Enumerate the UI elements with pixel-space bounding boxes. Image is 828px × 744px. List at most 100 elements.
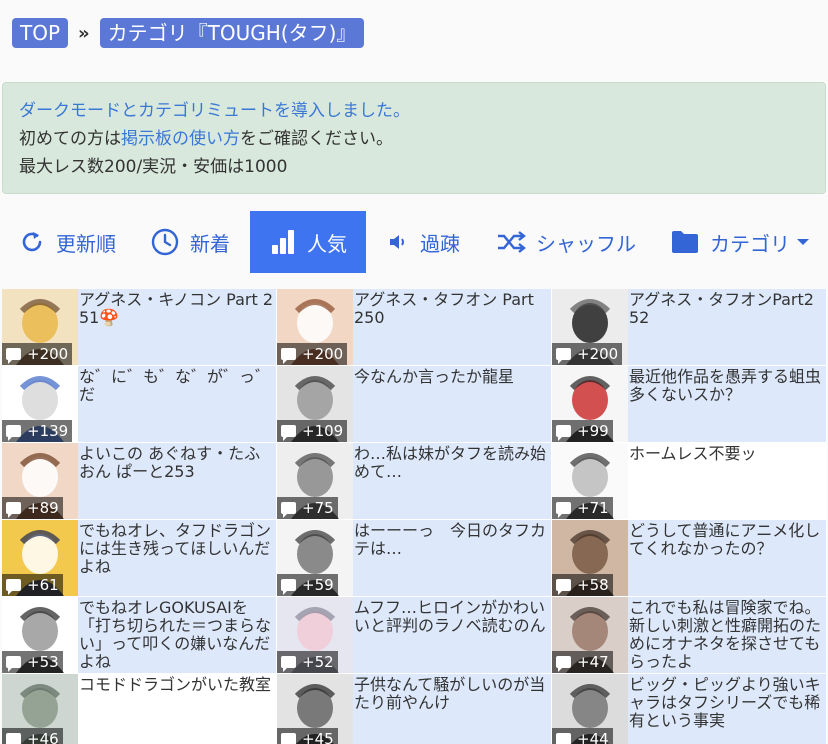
bar-chart-icon [272, 230, 294, 254]
tab-label: 更新順 [56, 231, 116, 256]
tab-sparse[interactable]: 過疎 [386, 211, 460, 273]
thread-item[interactable]: +71 ホームレス不要ッ [552, 443, 827, 520]
breadcrumb-top-link[interactable]: TOP [12, 18, 69, 48]
clock-icon [151, 228, 179, 256]
thread-title[interactable]: 今なんか言ったか龍星 [354, 368, 549, 386]
response-count-badge: +99 [552, 420, 613, 442]
chevron-down-icon [797, 239, 809, 245]
notice-box: ダークモードとカテゴリミュートを導入しました。 初めての方は掲示板の使い方をご確… [2, 82, 826, 194]
thread-thumbnail[interactable]: +89 [2, 443, 78, 519]
thread-item[interactable]: +59 はーーーっ 今日のタフカテは… [277, 520, 552, 597]
thread-thumbnail[interactable]: +109 [277, 366, 353, 442]
tab-label: 新着 [190, 231, 230, 256]
response-count: +53 [27, 653, 59, 671]
notice-line-1[interactable]: ダークモードとカテゴリミュートを導入しました。 [19, 97, 809, 125]
response-count: +139 [27, 422, 69, 440]
comment-icon [281, 502, 296, 518]
thread-item[interactable]: +200 アグネス・タフオン Part 250 [277, 289, 552, 366]
usage-guide-link[interactable]: 掲示板の使い方 [121, 129, 240, 149]
thread-thumbnail[interactable]: +53 [2, 597, 78, 673]
tab-label: 過疎 [420, 231, 460, 256]
thread-item[interactable]: +46 コモドドラゴンがいた教室 [2, 674, 277, 744]
thread-title[interactable]: でもねオレ、タフドラゴンには生き残ってほしいんだよね [79, 522, 274, 576]
comment-icon [6, 348, 21, 364]
response-count: +44 [577, 730, 609, 744]
thread-thumbnail[interactable]: +75 [277, 443, 353, 519]
response-count-badge: +52 [277, 651, 338, 673]
notice-line-3: 最大レス数200/実況・安価は1000 [19, 157, 288, 177]
thread-title[interactable]: ビッグ・ピッグより強いキャラはタフシリーズでも稀有という事実 [629, 676, 824, 730]
thread-title[interactable]: コモドドラゴンがいた教室 [79, 676, 274, 694]
thread-title[interactable]: わ…私は妹がタフを読み始めて… [354, 445, 549, 481]
thread-title[interactable]: はーーーっ 今日のタフカテは… [354, 522, 549, 558]
thread-title[interactable]: よいこの あぐねす・たふおん ぱーと253 [79, 445, 274, 481]
response-count-badge: +45 [277, 728, 338, 744]
thread-title[interactable]: アグネス・タフオンPart252 [629, 291, 824, 327]
thread-title[interactable]: 子供なんて騒がしいのが当たり前やんけ [354, 676, 549, 712]
thread-title[interactable]: な゛に゛も゛な゛が゛っ゛だ [79, 368, 274, 404]
response-count-badge: +58 [552, 574, 613, 596]
thread-title[interactable]: アグネス・タフオン Part 250 [354, 291, 549, 327]
thread-title[interactable]: アグネス・キノコン Part 251🍄 [79, 291, 274, 327]
tab-update-order[interactable]: 更新順 [18, 211, 116, 273]
thread-item[interactable]: +45 子供なんて騒がしいのが当たり前やんけ [277, 674, 552, 744]
thread-title[interactable]: これでも私は冒険家でね。新しい刺激と性癖開拓のためにオナネタを探させてもらったよ [629, 599, 824, 671]
thread-thumbnail[interactable]: +46 [2, 674, 78, 744]
thread-item[interactable]: +52 ムフフ…ヒロインがかわいいと評判のラノベ読むのん [277, 597, 552, 674]
response-count: +75 [302, 499, 334, 517]
comment-icon [6, 579, 21, 595]
thread-item[interactable]: +200 アグネス・タフオンPart252 [552, 289, 827, 366]
thread-title[interactable]: ホームレス不要ッ [629, 445, 824, 463]
response-count: +200 [27, 345, 69, 363]
response-count-badge: +46 [2, 728, 63, 744]
tab-category-dropdown[interactable]: カテゴリ [670, 211, 810, 273]
comment-icon [556, 733, 571, 744]
tab-popular[interactable]: 人気 [250, 211, 366, 273]
breadcrumb: TOP » カテゴリ『TOUGH(タフ)』 [12, 18, 365, 48]
thread-item[interactable]: +139 な゛に゛も゛な゛が゛っ゛だ [2, 366, 277, 443]
thread-item[interactable]: +75 わ…私は妹がタフを読み始めて… [277, 443, 552, 520]
comment-icon [556, 425, 571, 441]
response-count-badge: +200 [552, 343, 623, 365]
response-count: +46 [27, 730, 59, 744]
thread-thumbnail[interactable]: +59 [277, 520, 353, 596]
response-count-badge: +71 [552, 497, 613, 519]
thread-thumbnail[interactable]: +71 [552, 443, 628, 519]
thread-thumbnail[interactable]: +44 [552, 674, 628, 744]
thread-item[interactable]: +99 最近他作品を愚弄する蛆虫多くないスか？ [552, 366, 827, 443]
thread-item[interactable]: +58 どうして普通にアニメ化してくれなかったの？ [552, 520, 827, 597]
comment-icon [281, 656, 296, 672]
thread-thumbnail[interactable]: +58 [552, 520, 628, 596]
tab-new[interactable]: 新着 [150, 211, 230, 273]
thread-item[interactable]: +200 アグネス・キノコン Part 251🍄 [2, 289, 277, 366]
response-count: +45 [302, 730, 334, 744]
breadcrumb-category-link[interactable]: カテゴリ『TOUGH(タフ)』 [99, 18, 365, 48]
thread-thumbnail[interactable]: +47 [552, 597, 628, 673]
thread-title[interactable]: どうして普通にアニメ化してくれなかったの？ [629, 522, 824, 558]
thread-item[interactable]: +109 今なんか言ったか龍星 [277, 366, 552, 443]
thread-thumbnail[interactable]: +52 [277, 597, 353, 673]
shuffle-icon [498, 231, 526, 253]
tab-shuffle[interactable]: シャッフル [496, 211, 636, 273]
response-count-badge: +75 [277, 497, 338, 519]
thread-thumbnail[interactable]: +61 [2, 520, 78, 596]
comment-icon [6, 656, 21, 672]
thread-item[interactable]: +53 でもねオレGOKUSAIを「打ち切られた＝つまらない」って叩くの嫌いなんだ… [2, 597, 277, 674]
thread-title[interactable]: 最近他作品を愚弄する蛆虫多くないスか？ [629, 368, 824, 404]
thread-item[interactable]: +61 でもねオレ、タフドラゴンには生き残ってほしいんだよね [2, 520, 277, 597]
response-count-badge: +109 [277, 420, 348, 442]
thread-thumbnail[interactable]: +45 [277, 674, 353, 744]
thread-thumbnail[interactable]: +200 [552, 289, 628, 365]
thread-item[interactable]: +47 これでも私は冒険家でね。新しい刺激と性癖開拓のためにオナネタを探させてもら… [552, 597, 827, 674]
thread-thumbnail[interactable]: +139 [2, 366, 78, 442]
notice-text: をご確認ください。 [240, 129, 393, 149]
thread-thumbnail[interactable]: +200 [2, 289, 78, 365]
response-count-badge: +200 [2, 343, 73, 365]
thread-title[interactable]: ムフフ…ヒロインがかわいいと評判のラノベ読むのん [354, 599, 549, 635]
thread-thumbnail[interactable]: +200 [277, 289, 353, 365]
thread-title[interactable]: でもねオレGOKUSAIを「打ち切られた＝つまらない」って叩くの嫌いなんだよね [79, 599, 274, 671]
thread-thumbnail[interactable]: +99 [552, 366, 628, 442]
thread-item[interactable]: +44 ビッグ・ピッグより強いキャラはタフシリーズでも稀有という事実 [552, 674, 827, 744]
thread-item[interactable]: +89 よいこの あぐねす・たふおん ぱーと253 [2, 443, 277, 520]
response-count: +59 [302, 576, 334, 594]
